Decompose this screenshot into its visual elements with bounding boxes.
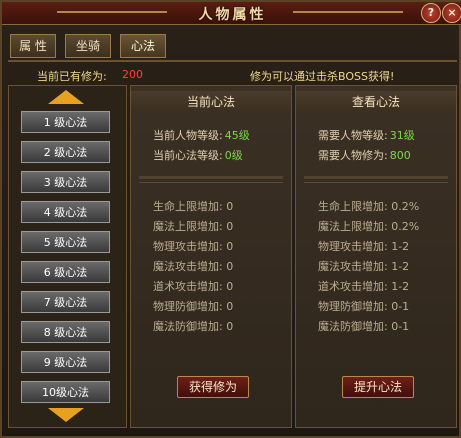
- current-skill-panel: 当前心法 当前人物等级: 45级 当前心法等级: 0级 生命上限增加: 0 魔法上限…: [130, 85, 292, 428]
- stat-row: 物理攻击增加: 1-2: [318, 238, 409, 254]
- stat-label: 物理防御增加:: [318, 300, 388, 313]
- stat-label: 魔法攻击增加:: [153, 260, 223, 273]
- close-button[interactable]: ×: [442, 3, 461, 23]
- level-button-5[interactable]: 5 级心法: [21, 231, 110, 253]
- view-skill-header: 查看心法: [296, 91, 456, 113]
- scroll-up-arrow-icon[interactable]: [48, 90, 84, 104]
- stat-row: 生命上限增加: 0: [153, 198, 233, 214]
- gain-cultivation-button[interactable]: 获得修为: [177, 376, 249, 398]
- tab-mind-skill[interactable]: 心法: [120, 34, 166, 58]
- stat-value: 0: [226, 260, 234, 273]
- stat-label: 魔法攻击增加:: [318, 260, 388, 273]
- stat-row: 魔法上限增加: 0: [153, 218, 233, 234]
- char-level-value: 45级: [224, 129, 250, 142]
- stat-label: 魔法防御增加:: [153, 320, 223, 333]
- stat-row: 道术攻击增加: 1-2: [318, 278, 409, 294]
- tab-mount[interactable]: 坐骑: [65, 34, 111, 58]
- stat-row: 物理防御增加: 0: [153, 298, 233, 314]
- stat-value: 1-2: [391, 240, 410, 253]
- stat-row: 道术攻击增加: 0: [153, 278, 233, 294]
- stat-label: 魔法防御增加:: [318, 320, 388, 333]
- level-button-9[interactable]: 9 级心法: [21, 351, 110, 373]
- char-level-label: 当前人物等级:: [153, 129, 223, 142]
- stat-label: 生命上限增加:: [318, 200, 388, 213]
- stat-value: 0: [226, 280, 234, 293]
- required-level-value: 31级: [389, 129, 415, 142]
- cultivation-value: 200: [122, 68, 143, 81]
- char-level-row: 当前人物等级: 45级: [153, 127, 250, 143]
- cultivation-label: 当前已有修为:: [37, 70, 107, 83]
- stat-label: 魔法上限增加:: [153, 220, 223, 233]
- stat-label: 道术攻击增加:: [318, 280, 388, 293]
- skill-level-value: 0级: [224, 149, 243, 162]
- stat-value: 0-1: [391, 300, 410, 313]
- stat-label: 道术攻击增加:: [153, 280, 223, 293]
- level-button-1[interactable]: 1 级心法: [21, 111, 110, 133]
- level-button-8[interactable]: 8 级心法: [21, 321, 110, 343]
- required-cultivation-label: 需要人物修为:: [318, 149, 388, 162]
- divider: [139, 176, 283, 179]
- stat-value: 1-2: [391, 260, 410, 273]
- divider: [304, 176, 448, 179]
- required-cultivation-row: 需要人物修为: 800: [318, 147, 411, 163]
- skill-level-row: 当前心法等级: 0级: [153, 147, 243, 163]
- stat-label: 物理攻击增加:: [153, 240, 223, 253]
- level-button-4[interactable]: 4 级心法: [21, 201, 110, 223]
- stat-label: 生命上限增加:: [153, 200, 223, 213]
- stat-label: 物理防御增加:: [153, 300, 223, 313]
- divider: [304, 182, 448, 183]
- stat-value: 0: [226, 300, 234, 313]
- divider: [139, 182, 283, 183]
- stat-value: 0: [226, 240, 234, 253]
- level-button-7[interactable]: 7 级心法: [21, 291, 110, 313]
- help-button[interactable]: ?: [421, 3, 441, 23]
- stat-row: 物理攻击增加: 0: [153, 238, 233, 254]
- level-button-6[interactable]: 6 级心法: [21, 261, 110, 283]
- stat-row: 魔法上限增加: 0.2%: [318, 218, 419, 234]
- tab-attributes[interactable]: 属 性: [10, 34, 56, 58]
- stat-value: 0.2%: [391, 200, 420, 213]
- stat-value: 0-1: [391, 320, 410, 333]
- required-cultivation-value: 800: [389, 149, 411, 162]
- stat-row: 生命上限增加: 0.2%: [318, 198, 419, 214]
- required-level-row: 需要人物等级: 31级: [318, 127, 415, 143]
- level-button-10[interactable]: 10级心法: [21, 381, 110, 403]
- level-button-3[interactable]: 3 级心法: [21, 171, 110, 193]
- stat-value: 0: [226, 320, 234, 333]
- stat-row: 魔法防御增加: 0-1: [318, 318, 409, 334]
- upgrade-skill-button[interactable]: 提升心法: [342, 376, 414, 398]
- level-button-2[interactable]: 2 级心法: [21, 141, 110, 163]
- level-list-panel: 1 级心法 2 级心法 3 级心法 4 级心法 5 级心法 6 级心法 7 级心…: [8, 85, 127, 428]
- skill-level-label: 当前心法等级:: [153, 149, 223, 162]
- window-title: 人物属性: [198, 7, 267, 23]
- title-bar[interactable]: 人物属性 ? ×: [2, 2, 461, 25]
- scroll-down-arrow-icon[interactable]: [48, 408, 84, 422]
- character-attributes-window: 人物属性 ? × 属 性 坐骑 心法 当前已有修为: 200 修为可以通过击杀B…: [0, 0, 461, 438]
- stat-value: 1-2: [391, 280, 410, 293]
- stat-row: 魔法防御增加: 0: [153, 318, 233, 334]
- view-skill-panel: 查看心法 需要人物等级: 31级 需要人物修为: 800 生命上限增加: 0.2% …: [295, 85, 457, 428]
- stat-value: 0: [226, 220, 234, 233]
- stat-value: 0.2%: [391, 220, 420, 233]
- stat-label: 魔法上限增加:: [318, 220, 388, 233]
- stat-value: 0: [226, 200, 234, 213]
- stat-row: 魔法攻击增加: 1-2: [318, 258, 409, 274]
- cultivation-hint: 修为可以通过击杀BOSS获得!: [250, 70, 395, 83]
- stat-label: 物理攻击增加:: [318, 240, 388, 253]
- stat-row: 物理防御增加: 0-1: [318, 298, 409, 314]
- stat-row: 魔法攻击增加: 0: [153, 258, 233, 274]
- current-skill-header: 当前心法: [131, 91, 291, 113]
- divider: [8, 60, 457, 62]
- required-level-label: 需要人物等级:: [318, 129, 388, 142]
